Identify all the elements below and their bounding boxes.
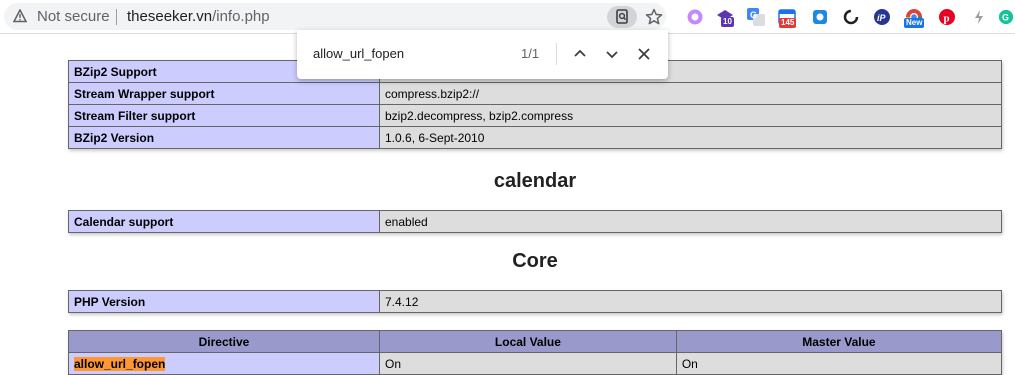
- page-content: BZip2 Support Enabled Stream Wrapper sup…: [0, 34, 1015, 375]
- table-row: PHP Version 7.4.12: [68, 290, 1002, 313]
- local-value-cell: On: [379, 352, 677, 375]
- row-label: Calendar support: [68, 210, 380, 233]
- core-directives-table: Directive Local Value Master Value allow…: [68, 330, 1003, 375]
- ext-1-icon[interactable]: [685, 7, 705, 27]
- row-value: enabled: [379, 210, 1002, 233]
- ext-calendar-badge: 145: [779, 18, 797, 28]
- ext-2-icon[interactable]: 10: [715, 7, 735, 27]
- svg-text:G: G: [750, 10, 757, 20]
- url-text[interactable]: theseeker.vn/info.php: [127, 8, 270, 26]
- table-row: BZip2 Version 1.0.6, 6-Sept-2010: [68, 126, 1002, 149]
- url-domain: theseeker.vn: [127, 8, 213, 25]
- row-label: PHP Version: [68, 290, 380, 313]
- row-value: 7.4.12: [379, 290, 1002, 313]
- browser-toolbar: Not secure theseeker.vn/info.php 10 G 14…: [0, 0, 1015, 34]
- find-input[interactable]: allow_url_fopen: [313, 46, 404, 61]
- row-label: Stream Wrapper support: [68, 82, 380, 105]
- ext-chrome-badge: New: [904, 18, 925, 28]
- find-next-icon[interactable]: [603, 45, 621, 63]
- security-status[interactable]: Not secure: [37, 8, 110, 26]
- column-header: Local Value: [379, 330, 677, 353]
- ext-ip-icon[interactable]: iP: [872, 7, 892, 27]
- column-header: Master Value: [675, 330, 1003, 353]
- table-row: Stream Filter support bzip2.decompress, …: [68, 104, 1002, 127]
- row-value: compress.bzip2://: [379, 82, 1002, 105]
- row-label: BZip2 Version: [68, 126, 380, 149]
- find-bar: allow_url_fopen 1/1: [297, 30, 668, 79]
- find-divider: [556, 43, 557, 65]
- ext-calendar-icon[interactable]: 145: [777, 7, 797, 28]
- find-close-icon[interactable]: [635, 45, 653, 63]
- row-value: 1.0.6, 6-Sept-2010: [379, 126, 1002, 149]
- bookmark-star-icon[interactable]: [644, 7, 664, 27]
- svg-text:iP: iP: [877, 13, 887, 23]
- ext-5-icon[interactable]: [810, 7, 830, 27]
- ext-translate-icon[interactable]: G: [746, 7, 766, 27]
- table-row: Calendar support enabled: [68, 210, 1002, 233]
- ext-bolt-icon[interactable]: [969, 7, 989, 27]
- ext-sync-icon[interactable]: [841, 7, 861, 27]
- ext-grammarly-icon[interactable]: G: [998, 7, 1014, 27]
- find-previous-icon[interactable]: [571, 45, 589, 63]
- section-heading-calendar: calendar: [493, 170, 577, 192]
- address-divider: [116, 9, 117, 25]
- warning-icon[interactable]: [13, 9, 27, 23]
- svg-text:p: p: [944, 13, 950, 25]
- find-in-page-button[interactable]: [607, 6, 637, 28]
- ext-2-badge: 10: [721, 17, 734, 27]
- address-bar[interactable]: Not secure theseeker.vn/info.php: [4, 3, 666, 30]
- row-label: Stream Filter support: [68, 104, 380, 127]
- table-row: allow_url_fopen On On: [68, 352, 1003, 375]
- find-page-icon: [616, 9, 628, 24]
- ext-chrome-icon[interactable]: New: [904, 7, 925, 28]
- core-version-table: PHP Version 7.4.12: [68, 290, 1002, 313]
- svg-text:G: G: [1002, 13, 1009, 23]
- row-value: bzip2.decompress, bzip2.compress: [379, 104, 1002, 127]
- url-path: /info.php: [212, 8, 270, 25]
- section-heading-core: Core: [512, 250, 558, 272]
- find-match-count: 1/1: [521, 46, 540, 61]
- directive-name-cell: allow_url_fopen: [68, 352, 380, 375]
- calendar-table: Calendar support enabled: [68, 210, 1002, 233]
- table-row: Stream Wrapper support compress.bzip2://: [68, 82, 1002, 105]
- column-header: Directive: [68, 330, 380, 353]
- find-highlight: allow_url_fopen: [74, 356, 166, 371]
- table-header-row: Directive Local Value Master Value: [68, 330, 1003, 353]
- ext-pinterest-icon[interactable]: p: [937, 7, 957, 27]
- master-value-cell: On: [675, 352, 1003, 375]
